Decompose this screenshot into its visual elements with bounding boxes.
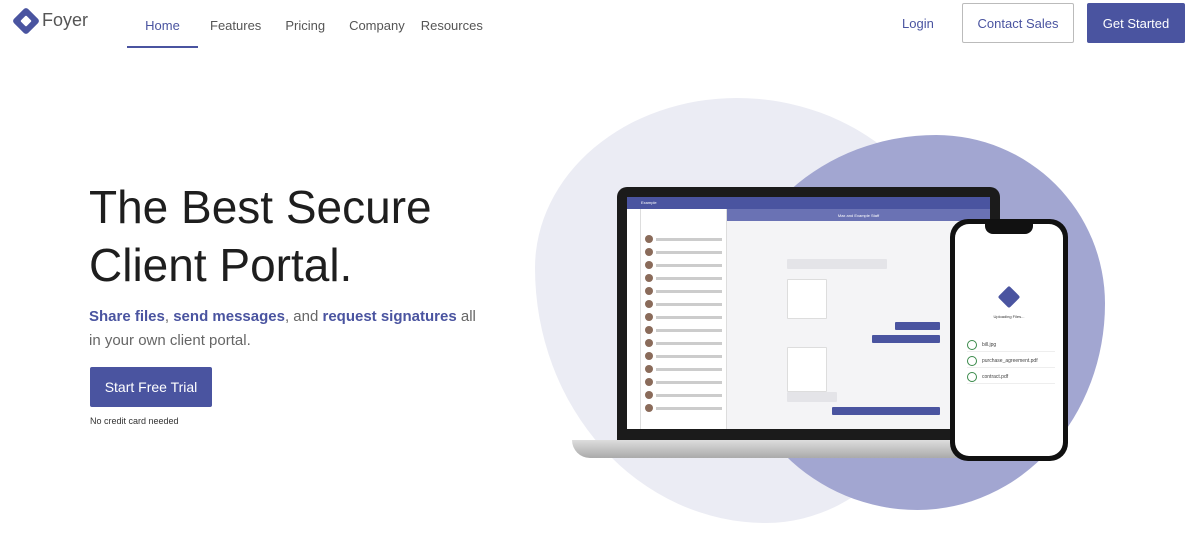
sub-bold-3: request signatures: [322, 308, 457, 325]
no-credit-card-note: No credit card needed: [90, 416, 179, 426]
foyer-logo-icon: [11, 6, 41, 35]
hero-title: The Best Secure Client Portal.: [89, 178, 432, 294]
upload-title: Uploading Files...: [993, 314, 1025, 319]
file-name: bill.jpg: [982, 341, 997, 348]
conversation-list: [641, 209, 727, 429]
logo[interactable]: Foyer: [11, 6, 89, 35]
logo-text: Foyer: [42, 10, 89, 30]
app-sidebar: [627, 209, 641, 429]
title-line-2: Client Portal.: [89, 239, 353, 291]
file-name: purchase_agreement.pdf: [982, 357, 1038, 364]
laptop-screen: Example Max and Example Staff: [627, 197, 990, 429]
file-name: contract.pdf: [982, 373, 1009, 380]
top-nav: Foyer Home Features Pricing Company Reso…: [0, 0, 1200, 60]
title-line-1: The Best Secure: [89, 181, 432, 233]
sub-text-1: ,: [164, 308, 174, 325]
file-item: purchase_agreement.pdf: [967, 354, 1055, 368]
hero-subtitle: Share files, send messages, and request …: [89, 305, 489, 353]
app-topbar: Example: [627, 197, 990, 209]
get-started-button[interactable]: Get Started: [1087, 3, 1185, 43]
nav-features[interactable]: Features: [198, 0, 273, 48]
sub-bold-2: send messages: [173, 308, 285, 325]
progress-ring-icon: [967, 355, 977, 366]
progress-ring-icon: [967, 371, 977, 382]
start-free-trial-button[interactable]: Start Free Trial: [90, 367, 212, 407]
file-item: contract.pdf: [967, 370, 1055, 384]
sub-bold-1: Share files: [89, 308, 165, 325]
file-item: bill.jpg: [967, 338, 1055, 352]
chat-header: Max and Example Staff: [727, 209, 990, 221]
nav-resources[interactable]: Resources: [417, 0, 495, 48]
progress-ring-icon: [967, 339, 977, 350]
phone-mockup: Uploading Files... bill.jpg purchase_agr…: [950, 219, 1068, 461]
contact-sales-button[interactable]: Contact Sales: [962, 3, 1074, 43]
laptop-mockup: Example Max and Example Staff: [617, 187, 1000, 443]
phone-screen: Uploading Files... bill.jpg purchase_agr…: [955, 224, 1063, 456]
foyer-logo-icon: [997, 285, 1021, 309]
nav-pricing[interactable]: Pricing: [273, 0, 337, 48]
nav-home[interactable]: Home: [127, 0, 198, 48]
login-link[interactable]: Login: [902, 16, 934, 31]
nav-company[interactable]: Company: [337, 0, 417, 48]
sub-text-2: , and: [284, 308, 323, 325]
